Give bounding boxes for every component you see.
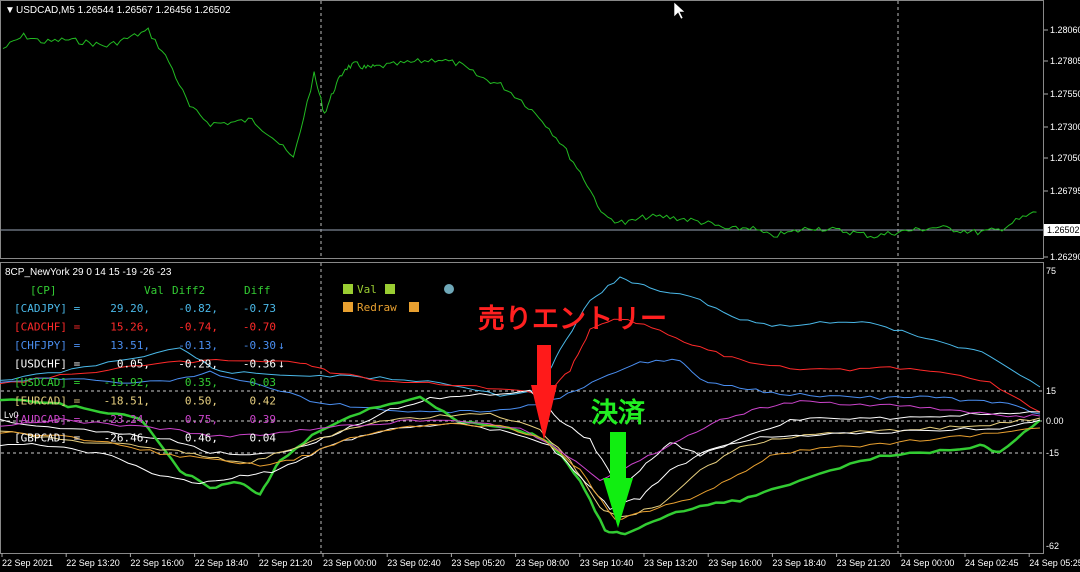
main-title: USDCAD,M5 1.26544 1.26567 1.26456 1.2650… <box>16 5 231 16</box>
price-label: 1.27300 <box>1050 122 1080 132</box>
price-label: 1.27805 <box>1050 56 1080 66</box>
current-price-label: 1.26502 <box>1047 225 1080 235</box>
row-pair: [GBPCAD] = <box>14 432 81 445</box>
row-pair: [CHFJPY] = <box>14 339 81 352</box>
row-pair: [CADJPY] = <box>14 302 81 315</box>
scale-label: 75 <box>1046 266 1056 276</box>
indicator-title: 8CP_NewYork 29 0 14 15 -19 -26 -23 <box>5 267 172 278</box>
row-val: -26.46, <box>104 432 150 445</box>
sell-entry-label: 売りエントリー <box>478 304 667 335</box>
row-diff: -0.36 <box>243 358 276 371</box>
row-diff2: -0.29, <box>178 358 218 371</box>
header-val: Val <box>144 284 164 297</box>
row-diff: -0.30 <box>243 339 276 352</box>
row-val: 13.51, <box>110 339 150 352</box>
time-label: 23 Sep 00:00 <box>323 558 377 568</box>
row-diff: -0.70 <box>243 321 276 334</box>
row-val: 29.20, <box>110 302 150 315</box>
price-label: 1.26290 <box>1050 252 1080 262</box>
table-row: [CHFJPY] = 13.51, -0.13, -0.30 ↓ <box>14 339 285 352</box>
row-diff2: -0.13, <box>178 339 218 352</box>
scale-label: -62 <box>1046 541 1059 551</box>
row-val: -15.92, <box>104 376 150 389</box>
lv-label: Lv0 <box>4 410 19 420</box>
time-label: 23 Sep 05:20 <box>451 558 505 568</box>
row-diff2: 0.75, <box>185 413 218 426</box>
row-diff2: 0.46, <box>185 432 218 445</box>
time-label: 23 Sep 08:00 <box>516 558 570 568</box>
row-val: 0.05, <box>117 358 150 371</box>
legend-val-label: Val <box>357 283 377 296</box>
legend-redraw-swatch-2 <box>409 302 419 312</box>
time-label: 23 Sep 21:20 <box>837 558 891 568</box>
legend-redraw-label: Redraw <box>357 301 397 314</box>
legend-val-swatch-2 <box>385 284 395 294</box>
time-label: 23 Sep 16:00 <box>708 558 762 568</box>
row-arrow-icon: ↓ <box>278 339 285 352</box>
price-label: 1.27050 <box>1050 153 1080 163</box>
header-cp: [CP] <box>30 284 57 297</box>
time-label: 23 Sep 18:40 <box>772 558 826 568</box>
collapse-arrow-icon[interactable]: ▼ <box>5 5 15 16</box>
time-label: 22 Sep 13:20 <box>66 558 120 568</box>
row-diff2: -0.82, <box>178 302 218 315</box>
row-diff2: 0.50, <box>185 395 218 408</box>
table-row: [USDCHF] = 0.05, -0.29, -0.36 ↓ <box>14 358 285 371</box>
header-diff: Diff <box>244 284 271 297</box>
row-diff: -0.73 <box>243 302 276 315</box>
price-label: 1.26795 <box>1050 186 1080 196</box>
time-label: 23 Sep 13:20 <box>644 558 698 568</box>
legend-redraw-swatch <box>343 302 353 312</box>
trading-chart[interactable]: ▼ USDCAD,M5 1.26544 1.26567 1.26456 1.26… <box>0 0 1080 572</box>
time-label: 22 Sep 16:00 <box>130 558 184 568</box>
scale-label: 15 <box>1046 386 1056 396</box>
price-label: 1.27550 <box>1050 89 1080 99</box>
row-diff: 0.39 <box>250 413 277 426</box>
row-diff: 0.03 <box>250 376 277 389</box>
time-label: 23 Sep 02:40 <box>387 558 441 568</box>
settle-label: 決済 <box>591 397 646 429</box>
price-label: 1.28060 <box>1050 25 1080 35</box>
time-label: 24 Sep 05:25 <box>1029 558 1080 568</box>
row-arrow-icon: ↓ <box>278 358 285 371</box>
row-diff: 0.42 <box>250 395 277 408</box>
scale-label: 0.00 <box>1046 416 1064 426</box>
row-pair: [USDCAD] = <box>14 376 81 389</box>
row-pair: [EURCAD] = <box>14 395 81 408</box>
time-label: 22 Sep 2021 <box>2 558 53 568</box>
time-label: 23 Sep 10:40 <box>580 558 634 568</box>
time-label: 24 Sep 02:45 <box>965 558 1019 568</box>
row-diff2: 0.35, <box>185 376 218 389</box>
row-val: -18.51, <box>104 395 150 408</box>
row-pair: [CADCHF] = <box>14 321 81 334</box>
row-val: -23.24, <box>104 413 150 426</box>
row-diff2: -0.74, <box>178 321 218 334</box>
row-val: 15.26, <box>110 321 150 334</box>
time-label: 22 Sep 18:40 <box>195 558 249 568</box>
header-diff2: Diff2 <box>172 284 205 297</box>
row-pair: [USDCHF] = <box>14 358 81 371</box>
scale-label: -15 <box>1046 448 1059 458</box>
legend-circle-icon <box>444 284 454 294</box>
legend-val-swatch <box>343 284 353 294</box>
row-pair: [AUDCAD] = <box>14 413 81 426</box>
row-diff: 0.04 <box>250 432 277 445</box>
time-label: 24 Sep 00:00 <box>901 558 955 568</box>
time-label: 22 Sep 21:20 <box>259 558 313 568</box>
